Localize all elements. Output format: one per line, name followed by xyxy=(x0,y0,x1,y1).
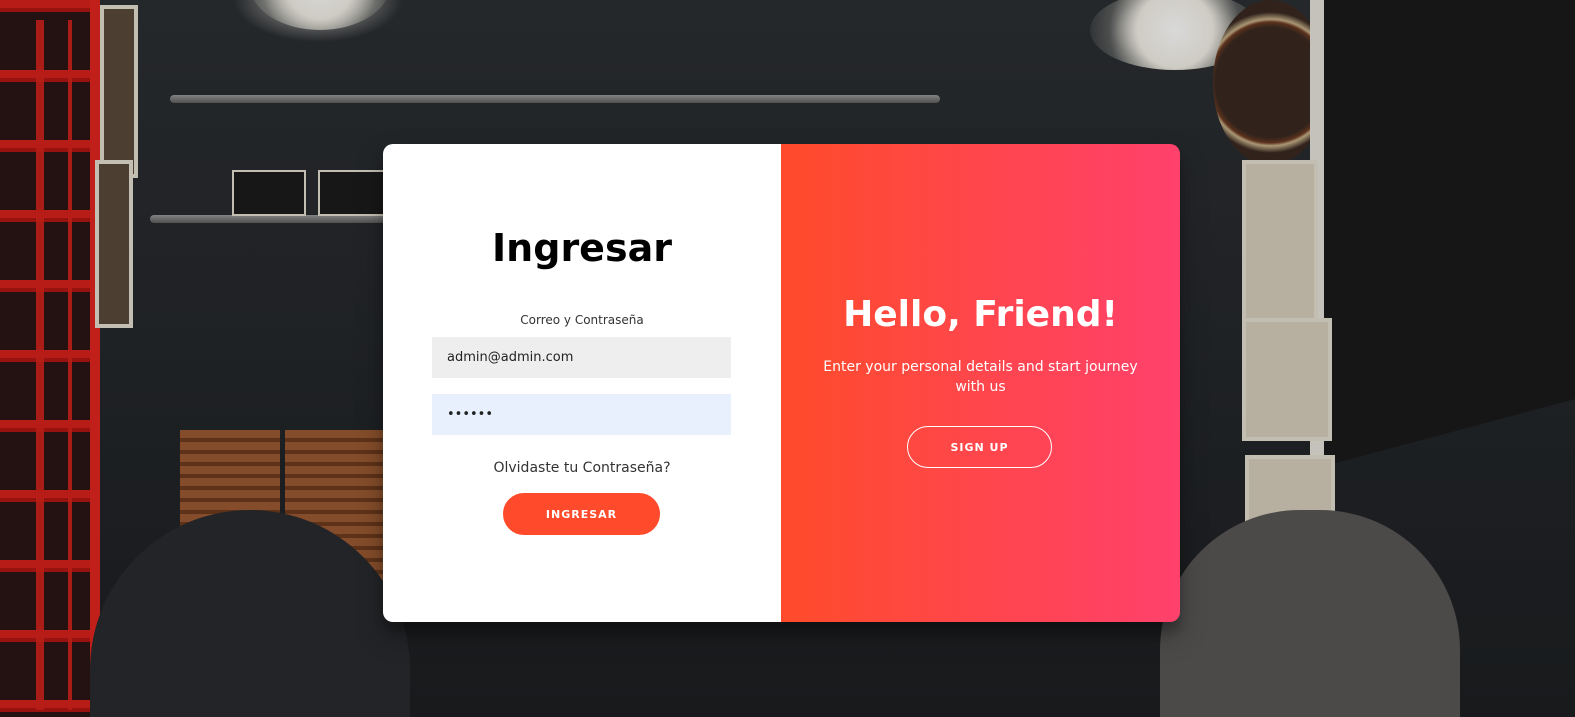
email-input[interactable] xyxy=(432,337,731,378)
sign-in-panel: Ingresar Correo y Contraseña Olvidaste t… xyxy=(383,144,781,622)
sign-in-button[interactable]: INGRESAR xyxy=(503,493,660,535)
sign-in-subtitle: Correo y Contraseña xyxy=(520,313,644,327)
auth-card: Ingresar Correo y Contraseña Olvidaste t… xyxy=(383,144,1180,622)
password-input[interactable] xyxy=(432,394,731,435)
sign-in-title: Ingresar xyxy=(492,226,672,270)
sign-up-button[interactable]: SIGN UP xyxy=(907,426,1052,468)
overlay-panel: Hello, Friend! Enter your personal detai… xyxy=(781,144,1180,622)
overlay-heading: Hello, Friend! xyxy=(843,294,1118,335)
forgot-password-link[interactable]: Olvidaste tu Contraseña? xyxy=(383,460,781,476)
overlay-text: Enter your personal details and start jo… xyxy=(823,359,1138,395)
